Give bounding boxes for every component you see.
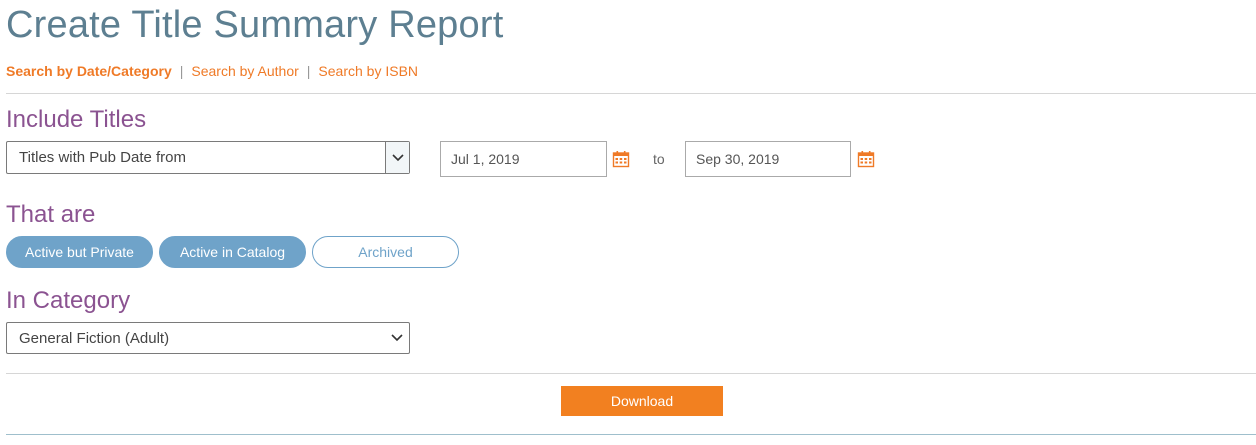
status-toggle-active-in-catalog[interactable]: Active in Catalog: [159, 236, 306, 268]
status-toggle-active-but-private[interactable]: Active but Private: [6, 236, 153, 268]
search-by-isbn-link[interactable]: Search by ISBN: [318, 63, 418, 79]
category-heading: In Category: [6, 287, 131, 314]
include-titles-heading: Include Titles: [6, 106, 147, 133]
nav-separator: |: [306, 63, 311, 79]
chevron-down-icon: [385, 142, 409, 173]
search-by-author-link[interactable]: Search by Author: [191, 63, 298, 79]
search-mode-nav: Search by Date/Category | Search by Auth…: [6, 62, 418, 80]
category-select-value: General Fiction (Adult): [19, 329, 170, 347]
page-title: Create Title Summary Report: [6, 4, 504, 46]
download-button[interactable]: Download: [561, 386, 723, 416]
chevron-down-icon: [385, 323, 409, 353]
date-range-to-label: to: [653, 151, 665, 167]
start-date-input[interactable]: Jul 1, 2019: [440, 141, 607, 177]
category-select[interactable]: General Fiction (Adult): [6, 322, 410, 354]
title-filter-select-value: Titles with Pub Date from: [19, 149, 186, 166]
end-date-input[interactable]: Sep 30, 2019: [685, 141, 851, 177]
divider: [6, 373, 1256, 374]
footer-divider: [6, 434, 1256, 435]
status-heading: That are: [6, 201, 96, 228]
divider: [6, 93, 1256, 94]
calendar-icon[interactable]: [857, 150, 875, 168]
calendar-icon[interactable]: [612, 150, 630, 168]
title-filter-select[interactable]: Titles with Pub Date from: [6, 141, 410, 174]
nav-separator: |: [179, 63, 184, 79]
search-by-date-category-link[interactable]: Search by Date/Category: [6, 63, 172, 79]
status-toggle-archived[interactable]: Archived: [312, 236, 459, 268]
